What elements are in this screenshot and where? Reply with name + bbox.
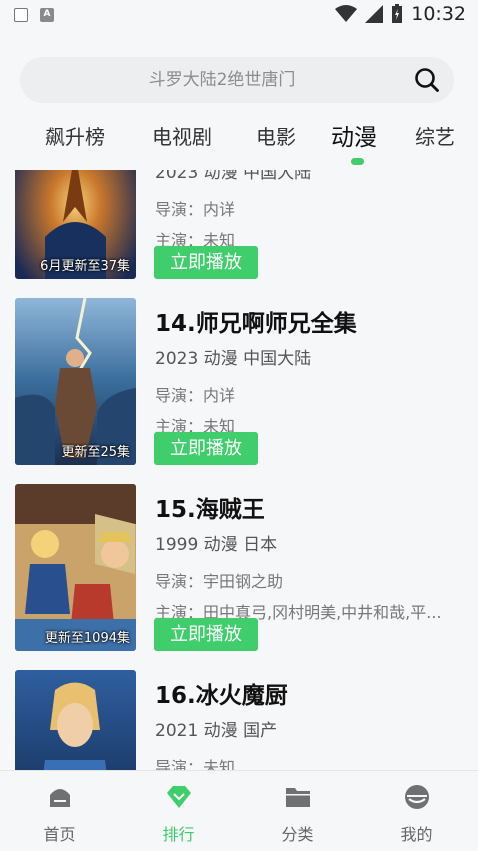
item-director: 导演：宇田钢之助: [155, 572, 284, 591]
tab-tv-series[interactable]: 电视剧: [152, 121, 212, 150]
nav-ranking[interactable]: 排行: [119, 771, 238, 851]
battery-icon: [392, 4, 403, 23]
item-director: 导演：内详: [155, 386, 236, 405]
item-title[interactable]: 16.冰火魔厨: [155, 676, 288, 710]
list-item[interactable]: 更新至25集 14.师兄啊师兄全集 2023 动漫 中国大陆 导演：内详 主演：…: [0, 298, 478, 468]
update-badge: 更新至25集: [61, 445, 130, 460]
item-meta: 1999 动漫 日本: [155, 535, 278, 555]
item-title[interactable]: 15.海贼王: [155, 490, 265, 524]
nav-profile[interactable]: 我的: [357, 771, 476, 851]
tab-trending[interactable]: 飙升榜: [45, 121, 105, 150]
ranking-list: 6月更新至37集 2023 动漫 中国大陆 导演：内详 主演：未知 立即播放 更…: [0, 170, 478, 770]
poster-image[interactable]: 6月更新至37集: [15, 170, 136, 279]
update-badge: 更新至1094集: [44, 631, 130, 646]
item-meta: 2023 动漫 中国大陆: [155, 170, 312, 183]
play-button[interactable]: 立即播放: [154, 618, 258, 651]
play-button[interactable]: 立即播放: [154, 432, 258, 465]
update-badge: 6月更新至37集: [40, 259, 130, 274]
status-bar: A 10:32: [0, 0, 478, 30]
nav-home-label: 首页: [43, 825, 76, 844]
item-director: 导演：未知: [155, 758, 236, 770]
tab-variety[interactable]: 综艺: [415, 121, 455, 150]
a-icon: A: [40, 8, 54, 22]
image-icon: [14, 8, 28, 22]
search-input[interactable]: 斗罗大陆2绝世唐门: [20, 57, 394, 103]
nav-category-label: 分类: [281, 825, 314, 844]
poster-image[interactable]: [15, 670, 136, 770]
folder-icon[interactable]: [284, 783, 312, 811]
play-button[interactable]: 立即播放: [154, 246, 258, 279]
wifi-icon: [335, 5, 358, 22]
active-tab-indicator: [351, 158, 364, 165]
nav-home[interactable]: 首页: [0, 771, 119, 851]
signal-icon: [365, 5, 384, 23]
item-director: 导演：内详: [155, 200, 236, 219]
profile-icon[interactable]: [403, 783, 431, 811]
list-item[interactable]: 更新至1094集 15.海贼王 1999 动漫 日本 导演：宇田钢之助 主演：田…: [0, 484, 478, 654]
search-icon[interactable]: [414, 67, 440, 93]
tab-anime[interactable]: 动漫: [331, 118, 377, 152]
bottom-nav: 首页 排行 分类 我的: [0, 770, 478, 851]
home-icon[interactable]: [46, 783, 74, 811]
search-bar[interactable]: 斗罗大陆2绝世唐门: [20, 57, 454, 103]
item-meta: 2021 动漫 国产: [155, 721, 278, 741]
tab-movies[interactable]: 电影: [256, 121, 296, 150]
item-title[interactable]: 14.师兄啊师兄全集: [155, 304, 357, 338]
poster-image[interactable]: 更新至1094集: [15, 484, 136, 651]
ranking-diamond-icon[interactable]: [165, 783, 193, 811]
poster-image[interactable]: 更新至25集: [15, 298, 136, 465]
list-item[interactable]: 16.冰火魔厨 2021 动漫 国产 导演：未知: [0, 670, 478, 770]
item-meta: 2023 动漫 中国大陆: [155, 349, 312, 369]
category-tabs: 飙升榜 电视剧 电影 动漫 综艺: [0, 115, 478, 170]
nav-profile-label: 我的: [400, 825, 433, 844]
nav-ranking-label: 排行: [162, 825, 195, 844]
nav-category[interactable]: 分类: [238, 771, 357, 851]
clock: 10:32: [411, 3, 466, 25]
list-item[interactable]: 6月更新至37集 2023 动漫 中国大陆 导演：内详 主演：未知 立即播放: [0, 170, 478, 282]
